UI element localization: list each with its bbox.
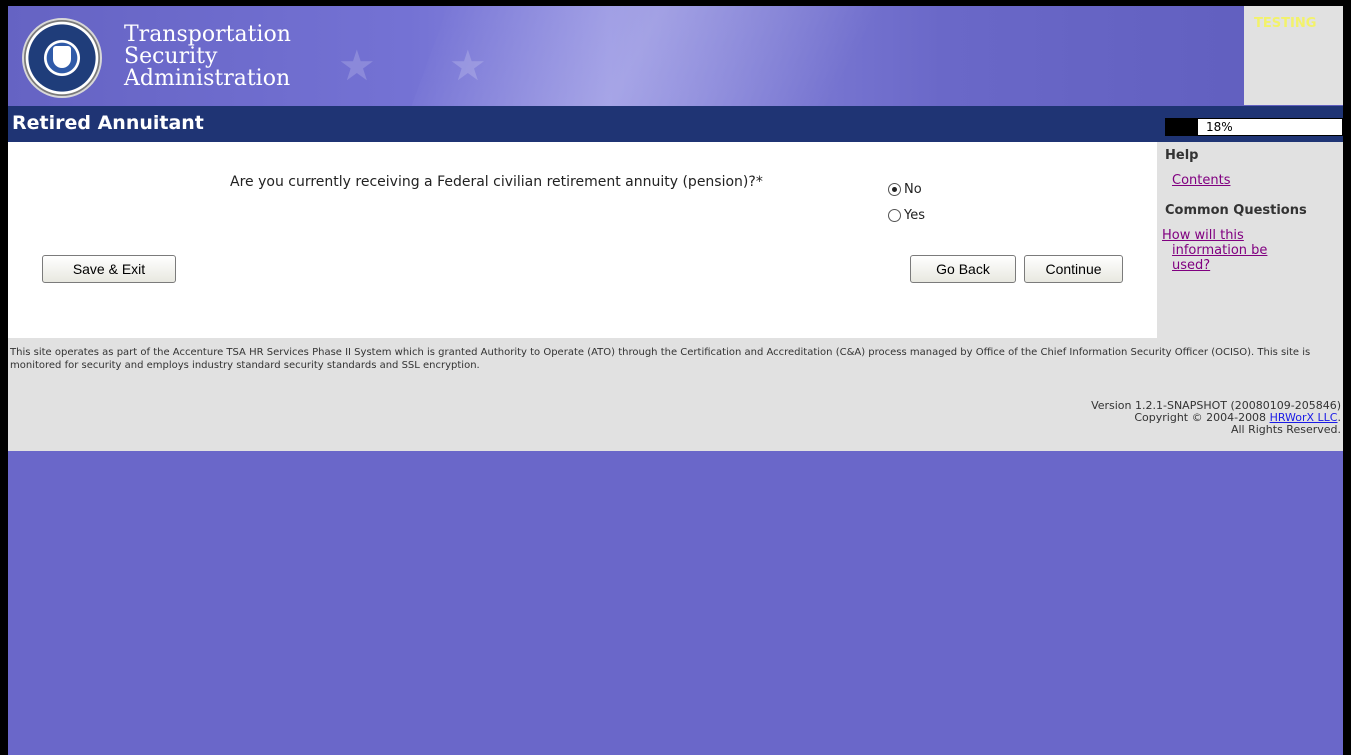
annuity-question: Are you currently receiving a Federal ci… bbox=[230, 174, 763, 190]
radio-yes[interactable] bbox=[888, 208, 901, 222]
page-title-bar: Retired Annuitant 18% bbox=[8, 106, 1343, 142]
page-title: Retired Annuitant bbox=[12, 112, 204, 134]
environment-panel: TESTING bbox=[1244, 6, 1343, 105]
how-info-used-line-1[interactable]: How will this bbox=[1162, 228, 1322, 243]
common-questions-heading: Common Questions bbox=[1165, 203, 1307, 218]
progress-label: 18% bbox=[1206, 120, 1233, 134]
annuity-radio-group: No Yes bbox=[888, 176, 925, 228]
agency-name-line-2: Security bbox=[124, 44, 218, 69]
rights-text: All Rights Reserved. bbox=[1230, 423, 1341, 436]
help-sidebar: Help Contents Common Questions How will … bbox=[1157, 142, 1343, 338]
continue-button[interactable]: Continue bbox=[1024, 255, 1123, 283]
environment-label: TESTING bbox=[1254, 16, 1317, 31]
how-info-used-line-3[interactable]: used? bbox=[1162, 258, 1322, 273]
progress-fill bbox=[1166, 119, 1198, 135]
how-info-used-line-2[interactable]: information be bbox=[1162, 243, 1322, 258]
star-decoration: ★ ★ bbox=[338, 41, 517, 90]
help-contents-link[interactable]: Contents bbox=[1172, 173, 1230, 188]
page-footer: This site operates as part of the Accent… bbox=[8, 338, 1343, 451]
go-back-button[interactable]: Go Back bbox=[910, 255, 1016, 283]
security-notice: This site operates as part of the Accent… bbox=[10, 347, 1311, 371]
radio-no[interactable] bbox=[888, 182, 901, 196]
radio-yes-label[interactable]: Yes bbox=[904, 208, 925, 223]
save-exit-button[interactable]: Save & Exit bbox=[42, 255, 176, 283]
progress-bar: 18% bbox=[1165, 118, 1343, 136]
radio-no-label[interactable]: No bbox=[904, 182, 922, 197]
form-area: Are you currently receiving a Federal ci… bbox=[8, 142, 1157, 338]
header-banner: ★ ★ Transportation Security Administrati… bbox=[8, 6, 1343, 106]
dhs-seal-logo bbox=[22, 18, 102, 98]
agency-name: Transportation Security Administration bbox=[124, 24, 291, 90]
agency-name-line-3: Administration bbox=[124, 66, 291, 91]
version-info: Version 1.2.1-SNAPSHOT (20080109-205846)… bbox=[1091, 400, 1341, 436]
help-heading: Help bbox=[1165, 148, 1199, 163]
agency-name-line-1: Transportation bbox=[124, 22, 291, 47]
radio-option-no[interactable]: No bbox=[888, 176, 925, 202]
how-info-used-link[interactable]: How will this information be used? bbox=[1162, 228, 1322, 273]
radio-option-yes[interactable]: Yes bbox=[888, 202, 925, 228]
